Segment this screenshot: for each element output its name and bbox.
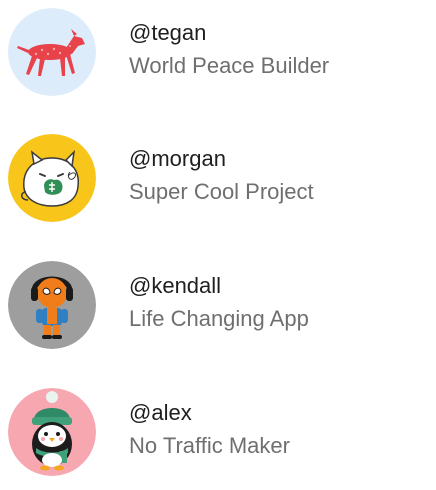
penguin-beanie-icon	[8, 388, 96, 476]
avatar	[8, 261, 96, 349]
avatar	[8, 134, 96, 222]
user-list: @tegan World Peace Builder @morgan Super…	[0, 0, 436, 490]
list-item-tegan[interactable]: @tegan World Peace Builder	[0, 0, 436, 100]
project-name: World Peace Builder	[129, 53, 330, 78]
cat-holding-money-icon	[8, 134, 96, 222]
user-handle: @morgan	[129, 146, 226, 171]
avatar	[8, 388, 96, 476]
user-handle: @tegan	[129, 20, 207, 45]
list-item-kendall[interactable]: @kendall Life Changing App	[0, 253, 436, 353]
user-handle: @alex	[129, 400, 192, 425]
list-item-alex[interactable]: @alex No Traffic Maker	[0, 380, 436, 480]
user-handle: @kendall	[129, 273, 222, 298]
list-item-morgan[interactable]: @morgan Super Cool Project	[0, 126, 436, 226]
spider-hero-headphones-icon	[8, 261, 96, 349]
red-dog-icon	[8, 8, 96, 96]
project-name: Life Changing App	[129, 306, 309, 331]
project-name: Super Cool Project	[129, 179, 314, 204]
project-name: No Traffic Maker	[129, 433, 290, 458]
avatar	[8, 8, 96, 96]
